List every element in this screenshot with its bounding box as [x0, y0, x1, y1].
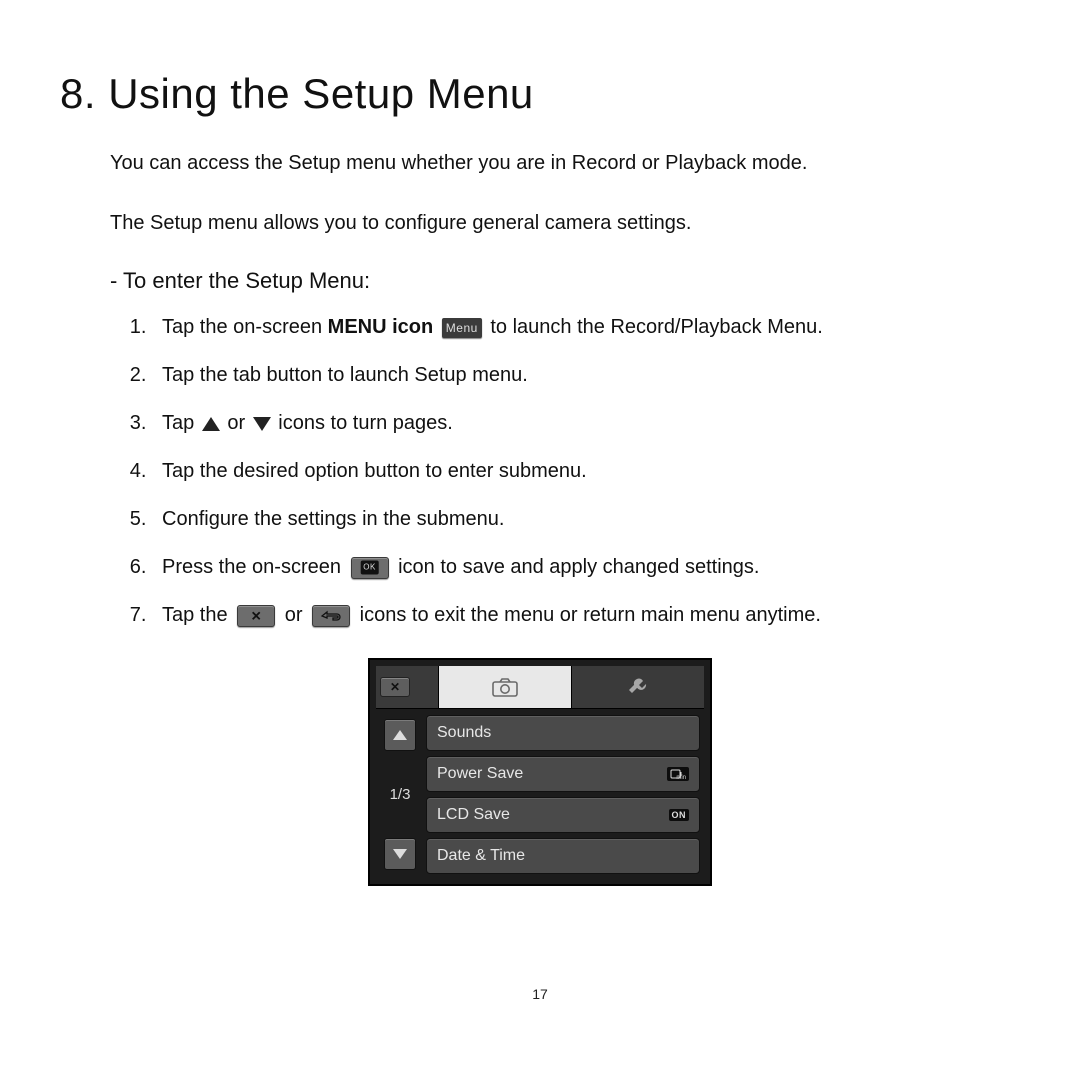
option-label: Power Save: [437, 765, 523, 783]
step-1-text-c: to launch the Record/Playback Menu.: [490, 316, 822, 338]
device-tabbar: ✕: [376, 666, 704, 709]
section-subheading: - To enter the Setup Menu:: [110, 268, 1020, 294]
option-label: Date & Time: [437, 847, 525, 865]
step-3-text-b: or: [222, 412, 251, 434]
step-7-text-a: Tap the: [162, 604, 233, 626]
ok-label: OK: [360, 560, 379, 574]
back-button-icon: [312, 605, 350, 627]
page-up-button[interactable]: [384, 719, 416, 751]
menu-icon: Menu: [442, 318, 482, 338]
wrench-icon: [626, 675, 650, 699]
page-number: 17: [60, 986, 1020, 1002]
step-1: Tap the on-screen MENU icon Menu to laun…: [152, 312, 1020, 342]
camera-icon: [492, 677, 518, 697]
page-down-button[interactable]: [384, 838, 416, 870]
option-date-time[interactable]: Date & Time: [426, 838, 700, 874]
device-screenshot: ✕ 1/3 Sounds Power Save: [368, 658, 712, 886]
triangle-down-icon: [393, 849, 407, 859]
device-close-area[interactable]: ✕: [376, 666, 414, 708]
step-7-text-c: icons to exit the menu or return main me…: [354, 604, 821, 626]
step-2: Tap the tab button to launch Setup menu.: [152, 360, 1020, 390]
steps-list: Tap the on-screen MENU icon Menu to laun…: [152, 312, 1020, 630]
page-title: 8. Using the Setup Menu: [60, 70, 1020, 118]
option-sounds[interactable]: Sounds: [426, 715, 700, 751]
option-label: LCD Save: [437, 806, 510, 824]
tab-camera[interactable]: [438, 666, 571, 708]
step-6-text-a: Press the on-screen: [162, 556, 347, 578]
on-label: ON: [672, 810, 687, 820]
step-3-text-c: icons to turn pages.: [273, 412, 453, 434]
option-lcd-save[interactable]: LCD Save ON: [426, 797, 700, 833]
ok-button-icon: OK: [351, 557, 389, 579]
step-5: Configure the settings in the submenu.: [152, 504, 1020, 534]
close-icon: ✕: [380, 677, 410, 697]
step-6: Press the on-screen OK icon to save and …: [152, 552, 1020, 582]
close-button-icon: ✕: [237, 605, 275, 627]
page-indicator: 1/3: [390, 786, 411, 803]
step-4: Tap the desired option button to enter s…: [152, 456, 1020, 486]
tab-setup[interactable]: [571, 666, 704, 708]
lcd-save-value-badge: ON: [669, 809, 690, 821]
step-6-text-b: icon to save and apply changed settings.: [393, 556, 760, 578]
step-1-text-a: Tap the on-screen: [162, 316, 328, 338]
power-save-value-icon: min: [667, 767, 689, 781]
step-7: Tap the ✕ or icons to exit the menu or r…: [152, 600, 1020, 630]
step-1-bold: MENU icon: [328, 316, 434, 338]
intro-paragraph-2: The Setup menu allows you to configure g…: [110, 208, 1020, 238]
step-3: Tap or icons to turn pages.: [152, 408, 1020, 438]
triangle-up-icon: [202, 417, 220, 431]
step-3-text-a: Tap: [162, 412, 200, 434]
triangle-down-icon: [253, 417, 271, 431]
triangle-up-icon: [393, 730, 407, 740]
device-option-list: Sounds Power Save min LCD Save ON Date &…: [426, 715, 700, 874]
svg-text:min: min: [676, 775, 686, 780]
device-side-nav: 1/3: [380, 715, 420, 874]
step-7-text-b: or: [279, 604, 308, 626]
option-label: Sounds: [437, 724, 491, 742]
option-power-save[interactable]: Power Save min: [426, 756, 700, 792]
intro-paragraph-1: You can access the Setup menu whether yo…: [110, 148, 1020, 178]
